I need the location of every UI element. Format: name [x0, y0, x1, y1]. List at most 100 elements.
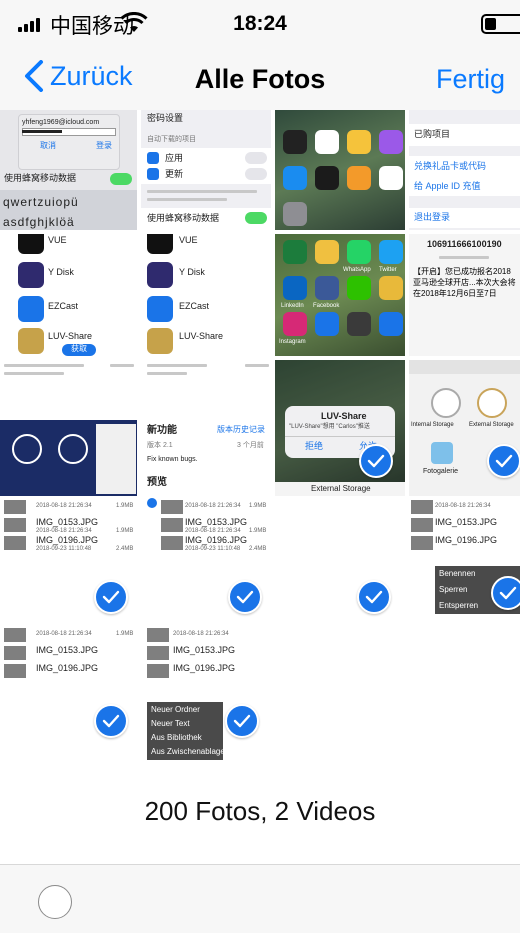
- photo-thumbnail[interactable]: 2018-08-18 21:26:34 IMG_0153.JPG IMG_019…: [409, 496, 520, 620]
- preview-heading: 预览: [147, 477, 167, 488]
- password-settings-text: 密码设置: [147, 113, 184, 123]
- file-size: 2.4MB: [116, 546, 134, 552]
- file-name: IMG_0196.JPG: [185, 535, 248, 545]
- app-name: VUE: [179, 235, 198, 245]
- photo-thumbnail[interactable]: 已购项目 兑换礼品卡或代码 给 Apple ID 充值 退出登录: [409, 110, 520, 230]
- menu-item: Benennen: [439, 569, 476, 578]
- login-text: 登录: [96, 141, 112, 150]
- app-name: LUV-Share: [179, 331, 224, 341]
- file-date: 2018-08-18 21:26:34: [36, 631, 92, 637]
- menu-item: Sperren: [439, 585, 468, 594]
- version-age: 3 个月前: [237, 442, 264, 449]
- selected-check-icon: [225, 704, 259, 738]
- internal-storage-label: Internal Storage: [411, 422, 454, 428]
- logout-text: 退出登录: [414, 212, 451, 222]
- selected-check-icon: [491, 576, 520, 610]
- app-name: LUV-Share: [48, 331, 93, 341]
- photo-thumbnail[interactable]: 106911666100190 【开启】您已成功报名2018亚马逊全球开店...…: [409, 234, 520, 356]
- message-text: 【开启】您已成功报名2018亚马逊全球开店...本次大会将在2018年12月6日…: [413, 267, 516, 299]
- cellular-text: 使用蜂窝移动数据: [147, 213, 220, 223]
- photo-thumbnail[interactable]: 2018-08-18 21:26:34 IMG_0153.JPG IMG_019…: [141, 624, 271, 760]
- app-name: EZCast: [179, 301, 210, 311]
- version-text: 版本 2.1: [147, 442, 173, 449]
- file-date: 2018-08-18 21:26:34: [173, 631, 229, 637]
- photo-thumbnail[interactable]: VUE Y Disk EZCast LUV-Share: [141, 234, 271, 356]
- alert-message: "LUV-Share"想用 "Carlos"推送: [289, 424, 370, 430]
- done-button[interactable]: Fertig: [436, 64, 505, 95]
- file-name: IMG_0196.JPG: [173, 663, 236, 673]
- menu-item: Neuer Text: [151, 719, 190, 728]
- app-name: Y Disk: [179, 267, 205, 277]
- select-all-toggle[interactable]: [38, 885, 72, 919]
- photo-grid: yhfeng1969@icloud.com 取消 登录 使用蜂窝移动数据 qwe…: [0, 110, 520, 760]
- photo-thumbnail[interactable]: [0, 420, 137, 496]
- file-date: 2018-08-18 21:26:34: [185, 528, 241, 534]
- app-name: VUE: [48, 235, 67, 245]
- photo-thumbnail[interactable]: 2018-08-18 21:26:34 1.9MB IMG_0153.JPG I…: [0, 624, 137, 760]
- app-name: EZCast: [48, 301, 79, 311]
- file-name: IMG_0153.JPG: [435, 517, 498, 527]
- photo-thumbnail[interactable]: WhatsApp Twitter LinkedIn Facebook Insta…: [275, 234, 405, 356]
- topup-text: 给 Apple ID 充值: [414, 181, 481, 191]
- photo-thumbnail[interactable]: [275, 110, 405, 230]
- redeem-text: 兑换礼品卡或代码: [414, 161, 487, 171]
- release-notes: Fix known bugs.: [147, 456, 198, 463]
- file-name: IMG_0153.JPG: [185, 517, 248, 527]
- file-name: IMG_0153.JPG: [36, 645, 99, 655]
- selected-check-icon: [94, 704, 128, 738]
- photo-thumbnail[interactable]: 新功能 版本历史记录 版本 2.1 3 个月前 Fix known bugs. …: [141, 420, 271, 496]
- app-name: Facebook: [313, 303, 340, 309]
- file-size: 1.9MB: [116, 528, 134, 534]
- photo-thumbnail[interactable]: yhfeng1969@icloud.com 取消 登录 使用蜂窝移动数据 qwe…: [0, 110, 137, 230]
- selected-check-icon: [228, 580, 262, 614]
- selected-check-icon: [357, 580, 391, 614]
- menu-item: Neuer Ordner: [151, 705, 200, 714]
- keyboard-row: asdfghjklöä: [3, 215, 75, 229]
- status-time: 18:24: [233, 12, 287, 35]
- file-date: 2018-08-18 21:26:34: [36, 528, 92, 534]
- file-date: 2018-09-23 11:10:48: [185, 546, 241, 552]
- battery-icon: [481, 14, 520, 34]
- file-name: IMG_0153.JPG: [173, 645, 236, 655]
- keyboard-row: qwertzuiopü: [3, 195, 79, 209]
- bottom-toolbar: [0, 864, 520, 933]
- file-name: IMG_0196.JPG: [435, 535, 498, 545]
- file-size: 1.9MB: [249, 528, 267, 534]
- menu-item: Aus Zwischenablage: [151, 747, 225, 756]
- photo-thumbnail[interactable]: [275, 496, 405, 620]
- new-features-heading: 新功能: [147, 425, 177, 436]
- selected-check-icon: [359, 444, 393, 478]
- purchased-text: 已购项目: [414, 129, 451, 139]
- cellular-text: 使用蜂窝移动数据: [4, 173, 77, 183]
- file-date: 2018-08-18 21:26:34: [435, 503, 491, 509]
- file-date: 2018-08-18 21:26:34: [36, 503, 92, 509]
- app-name: WhatsApp: [343, 267, 371, 273]
- photo-thumbnail[interactable]: 2018-08-18 21:26:34 1.9MB IMG_0153.JPG 2…: [141, 496, 271, 620]
- file-size: 1.9MB: [116, 631, 134, 637]
- file-size: 1.9MB: [116, 503, 134, 509]
- get-label: 获取: [71, 344, 87, 353]
- selected-check-icon: [94, 580, 128, 614]
- photo-thumbnail[interactable]: 2018-08-18 21:26:34 1.9MB IMG_0153.JPG 2…: [0, 496, 137, 620]
- photo-thumbnail[interactable]: 密码设置 自动下载的项目 应用 更新 使用蜂窝移动数据: [141, 110, 271, 230]
- external-storage-label: External Storage: [469, 422, 514, 428]
- version-history-link: 版本历史记录: [217, 425, 265, 434]
- menu-item: Aus Bibliothek: [151, 733, 202, 742]
- updates-text: 更新: [165, 169, 184, 179]
- app-name: Instagram: [279, 339, 306, 345]
- auto-download-text: 自动下载的项目: [147, 136, 196, 143]
- file-size: 1.9MB: [249, 503, 267, 509]
- app-name: Y Disk: [48, 267, 74, 277]
- photo-thumbnail[interactable]: LUV-Share "LUV-Share"想用 "Carlos"推送 拒绝 允许…: [275, 360, 405, 496]
- deny-text: 拒绝: [305, 441, 324, 451]
- file-date: 2018-09-23 11:10:48: [36, 546, 92, 552]
- cancel-text: 取消: [40, 141, 56, 150]
- file-name: IMG_0153.JPG: [36, 517, 99, 527]
- email-text: yhfeng1969@icloud.com: [22, 119, 100, 126]
- app-name: LinkedIn: [281, 303, 304, 309]
- photo-thumbnail[interactable]: Internal Storage External Storage Fotoga…: [409, 360, 520, 496]
- file-date: 2018-08-18 21:26:34: [185, 503, 241, 509]
- photo-thumbnail[interactable]: VUE Y Disk EZCast LUV-Share 获取: [0, 234, 137, 356]
- photo-count-label: 200 Fotos, 2 Videos: [144, 796, 376, 826]
- status-bar: 中国移动 18:24: [0, 0, 520, 46]
